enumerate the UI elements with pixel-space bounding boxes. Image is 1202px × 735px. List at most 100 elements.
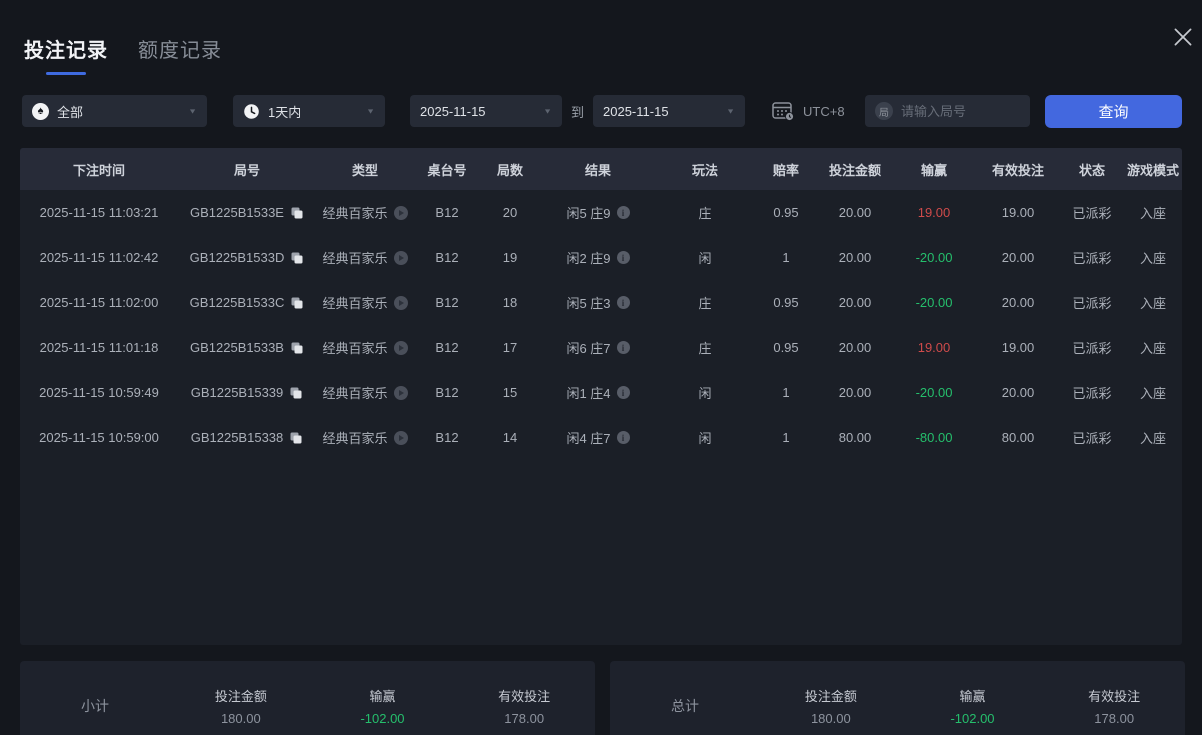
copy-icon[interactable] — [290, 251, 304, 265]
game-type-cell: 经典百家乐 — [316, 293, 414, 312]
replay-icon[interactable] — [393, 205, 408, 220]
replay-icon[interactable] — [393, 340, 408, 355]
win-loss: -20.00 — [915, 250, 953, 265]
result-cell: 闲5 庄9 i — [540, 203, 656, 222]
table-row[interactable]: 2025-11-15 11:02:42 GB1225B1533D 经典百家乐 B… — [20, 235, 1182, 280]
table-number: B12 — [435, 340, 459, 355]
game-type-dropdown[interactable]: ♠ 全部 ▼ — [22, 95, 207, 127]
round-id-cell: GB1225B1533C — [178, 295, 316, 310]
copy-icon[interactable] — [289, 386, 303, 400]
table-row[interactable]: 2025-11-15 10:59:49 GB1225B15339 经典百家乐 B… — [20, 370, 1182, 415]
bet-amount: 20.00 — [838, 205, 872, 220]
total-valid-bet: 有效投注 178.00 — [1043, 686, 1185, 726]
filter-bar: ♠ 全部 ▼ 1天内 ▼ 2025-11-15 ▼ 到 2025-11-15 ▼… — [22, 94, 1182, 128]
replay-icon[interactable] — [393, 385, 408, 400]
bet-time: 2025-11-15 11:03:21 — [39, 205, 159, 220]
copy-icon[interactable] — [290, 296, 304, 310]
copy-icon[interactable] — [290, 341, 304, 355]
result-value: 闲5 庄3 — [566, 296, 611, 311]
round-count: 14 — [502, 430, 518, 445]
stat-label: 投注金额 — [214, 689, 267, 704]
copy-icon[interactable] — [289, 431, 303, 445]
total-win-loss: 输赢 -102.00 — [902, 686, 1044, 726]
info-icon[interactable]: i — [616, 386, 630, 399]
tab-quota-records[interactable]: 额度记录 — [138, 34, 222, 63]
round-id-cell: GB1225B1533B — [178, 340, 316, 355]
close-icon[interactable] — [1170, 24, 1196, 50]
round-count: 18 — [502, 295, 518, 310]
round-number-field[interactable]: 局 — [865, 95, 1030, 127]
date-to-select[interactable]: 2025-11-15 ▼ — [593, 95, 746, 127]
column-header: 输赢 — [920, 162, 947, 178]
game-type: 经典百家乐 — [322, 341, 388, 356]
table-number: B12 — [435, 385, 459, 400]
time-range-dropdown[interactable]: 1天内 ▼ — [233, 95, 385, 127]
tab-label: 额度记录 — [138, 40, 222, 62]
valid-bet: 80.00 — [1001, 430, 1035, 445]
info-icon[interactable]: i — [616, 296, 630, 309]
valid-bet: 20.00 — [1001, 295, 1035, 310]
calendar-clock-icon[interactable] — [771, 100, 795, 122]
game-type: 经典百家乐 — [322, 296, 388, 311]
game-type-value: 全部 — [57, 104, 84, 120]
game-type: 经典百家乐 — [322, 431, 388, 446]
chevron-down-icon: ▼ — [366, 107, 375, 115]
column-header: 下注时间 — [72, 162, 125, 178]
query-button[interactable]: 查询 — [1045, 94, 1182, 128]
bet-time: 2025-11-15 11:02:00 — [39, 295, 159, 310]
subtotal-valid-bet: 有效投注 178.00 — [453, 686, 595, 726]
round-count: 15 — [502, 385, 518, 400]
round-number-input[interactable] — [901, 103, 1020, 119]
info-icon[interactable]: i — [616, 206, 630, 219]
stat-label: 投注金额 — [804, 689, 857, 704]
round-id-cell: GB1225B1533D — [178, 250, 316, 265]
round-id: GB1225B1533E — [190, 205, 284, 220]
bet-time: 2025-11-15 11:01:18 — [39, 340, 159, 355]
replay-icon[interactable] — [393, 295, 408, 310]
time-range-value: 1天内 — [268, 104, 302, 120]
copy-icon[interactable] — [290, 206, 304, 220]
replay-icon[interactable] — [393, 430, 408, 445]
round-count: 20 — [502, 205, 518, 220]
status-badge: 已派彩 — [1072, 251, 1112, 266]
table-row[interactable]: 2025-11-15 11:01:18 GB1225B1533B 经典百家乐 B… — [20, 325, 1182, 370]
summary-bar: 小计 投注金额 180.00 输赢 -102.00 有效投注 178.00 总计… — [20, 661, 1185, 735]
round-id-cell: GB1225B15338 — [178, 430, 316, 445]
round-icon: 局 — [875, 102, 893, 120]
result-cell: 闲5 庄3 i — [540, 293, 656, 312]
stat-label: 输赢 — [959, 689, 986, 704]
play-method: 闲 — [698, 386, 712, 401]
round-id: GB1225B15339 — [190, 385, 284, 400]
game-mode: 入座 — [1139, 251, 1166, 266]
game-mode: 入座 — [1139, 341, 1166, 356]
info-icon[interactable]: i — [616, 251, 630, 264]
stat-label: 有效投注 — [1088, 689, 1141, 704]
info-icon[interactable]: i — [616, 431, 630, 444]
table-row[interactable]: 2025-11-15 11:03:21 GB1225B1533E 经典百家乐 B… — [20, 190, 1182, 235]
timezone-group: UTC+8 — [771, 100, 845, 122]
valid-bet: 19.00 — [1001, 340, 1035, 355]
status-badge: 已派彩 — [1072, 296, 1112, 311]
win-loss: 19.00 — [917, 340, 951, 355]
game-type: 经典百家乐 — [322, 206, 388, 221]
date-range-to-label: 到 — [571, 104, 585, 120]
column-header: 类型 — [351, 162, 378, 178]
column-header: 局号 — [233, 162, 260, 178]
odds: 0.95 — [773, 295, 799, 310]
result-value: 闲4 庄7 — [566, 431, 611, 446]
play-method: 闲 — [698, 251, 712, 266]
tab-bet-records[interactable]: 投注记录 — [24, 34, 108, 75]
play-method: 庄 — [698, 341, 712, 356]
replay-icon[interactable] — [393, 250, 408, 265]
table-row[interactable]: 2025-11-15 10:59:00 GB1225B15338 经典百家乐 B… — [20, 415, 1182, 460]
info-icon[interactable]: i — [616, 341, 630, 354]
round-id: GB1225B1533D — [189, 250, 285, 265]
date-from-select[interactable]: 2025-11-15 ▼ — [410, 95, 562, 127]
odds: 1 — [782, 385, 790, 400]
column-header: 有效投注 — [991, 162, 1044, 178]
round-id: GB1225B1533B — [190, 340, 284, 355]
table-row[interactable]: 2025-11-15 11:02:00 GB1225B1533C 经典百家乐 B… — [20, 280, 1182, 325]
bet-time: 2025-11-15 10:59:49 — [39, 385, 159, 400]
bet-amount: 20.00 — [838, 385, 872, 400]
timezone-label: UTC+8 — [803, 103, 845, 119]
